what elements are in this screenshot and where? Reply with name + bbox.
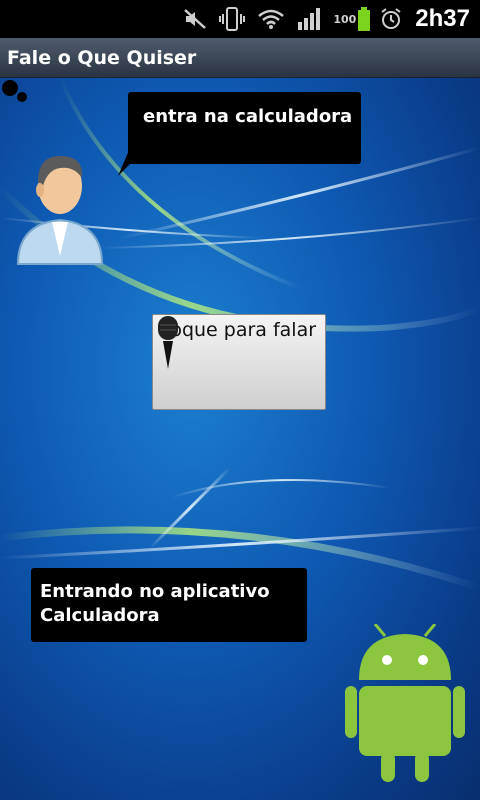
clock: 2h37: [415, 5, 470, 32]
main-content: entra na calculadora Toque para falar En…: [0, 78, 480, 800]
status-bar: 100 2h37: [0, 0, 480, 38]
signal-icon: [297, 8, 321, 30]
bubble-tail: [118, 148, 138, 176]
wifi-icon: [257, 8, 285, 30]
alarm-icon: [379, 7, 403, 31]
thought-bubble-dots: [2, 80, 27, 102]
battery-level: 100: [333, 12, 357, 26]
user-message: entra na calculadora: [143, 106, 353, 127]
mute-icon: [183, 7, 207, 31]
app-title: Fale o Que Quiser: [0, 38, 480, 78]
talk-button[interactable]: Toque para falar: [152, 314, 326, 410]
user-speech-bubble: entra na calculadora: [128, 92, 361, 164]
bot-message-line-1: Entrando no aplicativo: [40, 581, 270, 602]
bot-speech-bubble: Entrando no aplicativo Calculadora: [31, 568, 307, 642]
battery-icon: 100: [333, 7, 371, 31]
vibrate-icon: [219, 6, 246, 32]
bot-message-line-2: Calculadora: [40, 605, 160, 626]
talk-button-label: Toque para falar: [161, 319, 317, 341]
